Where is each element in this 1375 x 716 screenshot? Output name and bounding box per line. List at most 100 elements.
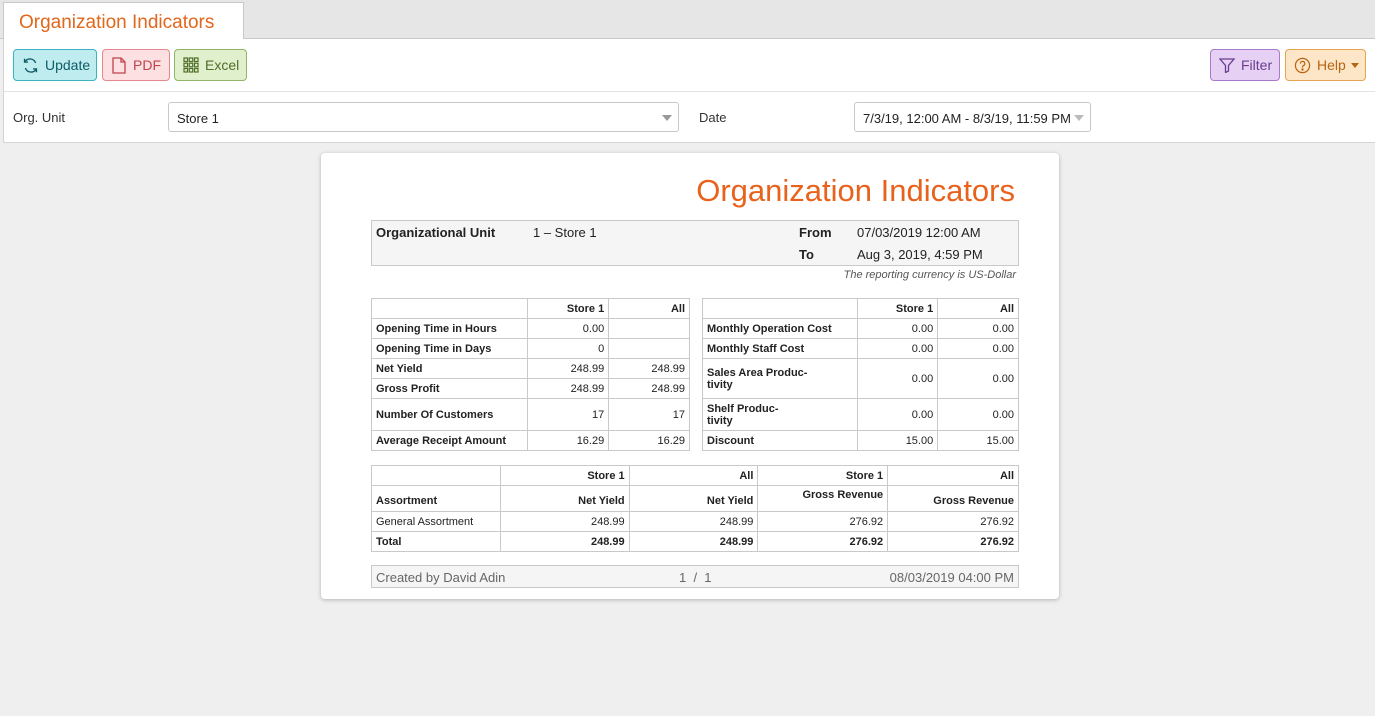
total-value: 276.92 [757, 531, 889, 552]
row-label: Sales Area Produc-tivity [701, 358, 859, 399]
grid-icon [183, 56, 199, 74]
tab-strip: Organization Indicators [0, 0, 1375, 39]
page-number: 1 / 1 [679, 570, 712, 585]
cell-store: 0.00 [857, 358, 939, 399]
cell-value: 248.99 [499, 511, 630, 532]
cell-value: 276.92 [887, 511, 1019, 532]
created-by: Created by David Adin [376, 570, 506, 585]
assortment-table: Store 1 All Store 1 All Assortment Net Y… [371, 465, 1019, 552]
table-row: Monthly Operation Cost 0.00 0.00 [701, 318, 1019, 339]
row-label: Opening Time in Hours [370, 318, 529, 339]
table-row: Discount 15.00 15.00 [701, 430, 1019, 451]
cell-store: 15.00 [857, 430, 939, 451]
pdf-button[interactable]: PDF [102, 49, 170, 81]
column-header: Gross Revenue [887, 485, 1019, 512]
column-header: All [608, 298, 690, 319]
cell-all: 17 [608, 398, 690, 431]
date-range-value: 7/3/19, 12:00 AM - 8/3/19, 11:59 PM [863, 111, 1071, 126]
footer-timestamp: 08/03/2019 04:00 PM [889, 570, 1014, 585]
cell-all: 248.99 [608, 378, 690, 399]
tab-organization-indicators[interactable]: Organization Indicators [3, 2, 244, 39]
total-label: Total [371, 531, 501, 552]
group-header: Store 1 [757, 465, 889, 486]
question-circle-icon [1294, 56, 1311, 74]
kpi-table-right: Store 1 All Monthly Operation Cost 0.00 … [701, 298, 1019, 451]
table-row: Opening Time in Days 0 [370, 338, 690, 359]
table-row: General Assortment 248.99 248.99 276.92 … [371, 511, 1019, 532]
pdf-label: PDF [133, 57, 161, 73]
caret-down-icon [1350, 62, 1359, 68]
row-label-line1: Sales Area Produc- [707, 366, 808, 379]
org-unit-key: Organizational Unit [376, 225, 496, 240]
org-unit-value: Store 1 [177, 111, 219, 126]
column-header: Assortment [371, 485, 501, 512]
cell-all: 0.00 [937, 318, 1019, 339]
cell-store: 0.00 [857, 398, 939, 431]
cell-store: 248.99 [527, 378, 610, 399]
org-unit-select[interactable]: Store 1 [168, 102, 679, 132]
date-label: Date [699, 110, 727, 125]
group-header: All [887, 465, 1019, 486]
currency-note: The reporting currency is US-Dollar [843, 269, 1016, 281]
cell-store: 0.00 [527, 318, 610, 339]
row-label: Discount [701, 430, 859, 451]
org-unit-val: 1 – Store 1 [533, 225, 597, 240]
cell-value: 248.99 [628, 511, 759, 532]
table-header-row: Store 1 All [701, 298, 1019, 319]
cell-store: 16.29 [527, 430, 610, 451]
table-header-row: Store 1 All [370, 298, 690, 319]
row-label: Gross Profit [370, 378, 529, 399]
group-header: Store 1 [499, 465, 630, 486]
excel-button[interactable]: Excel [174, 49, 247, 81]
cell-all: 248.99 [608, 358, 690, 379]
cell-value: 276.92 [757, 511, 889, 532]
to-key: To [799, 247, 814, 262]
cell-store: 0 [527, 338, 610, 359]
from-val: 07/03/2019 12:00 AM [857, 225, 981, 240]
row-label: Shelf Produc-tivity [701, 398, 859, 431]
report-info-box: Organizational Unit 1 – Store 1 From 07/… [371, 220, 1019, 266]
filter-button[interactable]: Filter [1210, 49, 1280, 81]
cell-store: 248.99 [527, 358, 610, 379]
table-row: Average Receipt Amount 16.29 16.29 [370, 430, 690, 451]
cell-store: 17 [527, 398, 610, 431]
row-label: Number Of Customers [370, 398, 529, 431]
update-button[interactable]: Update [13, 49, 97, 81]
total-value: 248.99 [628, 531, 759, 552]
file-icon [111, 56, 127, 74]
table-row: Sales Area Produc-tivity 0.00 0.00 [701, 358, 1019, 399]
table-row: Net Yield 248.99 248.99 [370, 358, 690, 379]
column-header: Store 1 [857, 298, 939, 319]
row-label: Monthly Operation Cost [701, 318, 859, 339]
column-header: All [937, 298, 1019, 319]
total-value: 276.92 [887, 531, 1019, 552]
filter-label: Filter [1241, 57, 1273, 73]
table-row: Opening Time in Hours 0.00 [370, 318, 690, 339]
total-value: 248.99 [499, 531, 630, 552]
to-val: Aug 3, 2019, 4:59 PM [857, 247, 983, 262]
help-button[interactable]: Help [1285, 49, 1366, 81]
table-total-row: Total 248.99 248.99 276.92 276.92 [371, 531, 1019, 552]
row-label: Net Yield [370, 358, 529, 379]
date-range-select[interactable]: 7/3/19, 12:00 AM - 8/3/19, 11:59 PM [854, 102, 1091, 132]
cell-all [608, 318, 690, 339]
row-label-line2: tivity [707, 414, 733, 427]
table-row: Gross Profit 248.99 248.99 [370, 378, 690, 399]
row-label-line1: Shelf Produc- [707, 402, 779, 415]
row-label: Opening Time in Days [370, 338, 529, 359]
help-label: Help [1317, 57, 1346, 73]
cell-assortment: General Assortment [371, 511, 501, 532]
row-label: Monthly Staff Cost [701, 338, 859, 359]
org-unit-label: Org. Unit [13, 110, 66, 125]
report-footer: Created by David Adin 1 / 1 08/03/2019 0… [371, 565, 1019, 588]
update-label: Update [45, 57, 91, 73]
table-row: Number Of Customers 17 17 [370, 398, 690, 431]
chevron-down-icon [1074, 115, 1084, 121]
from-key: From [799, 225, 832, 240]
cell-store: 0.00 [857, 318, 939, 339]
refresh-icon [22, 56, 39, 74]
column-header: Gross Revenue [757, 485, 889, 512]
funnel-icon [1219, 56, 1235, 74]
parameter-bar: Org. Unit Store 1 Date 7/3/19, 12:00 AM … [3, 91, 1375, 143]
table-row: Monthly Staff Cost 0.00 0.00 [701, 338, 1019, 359]
